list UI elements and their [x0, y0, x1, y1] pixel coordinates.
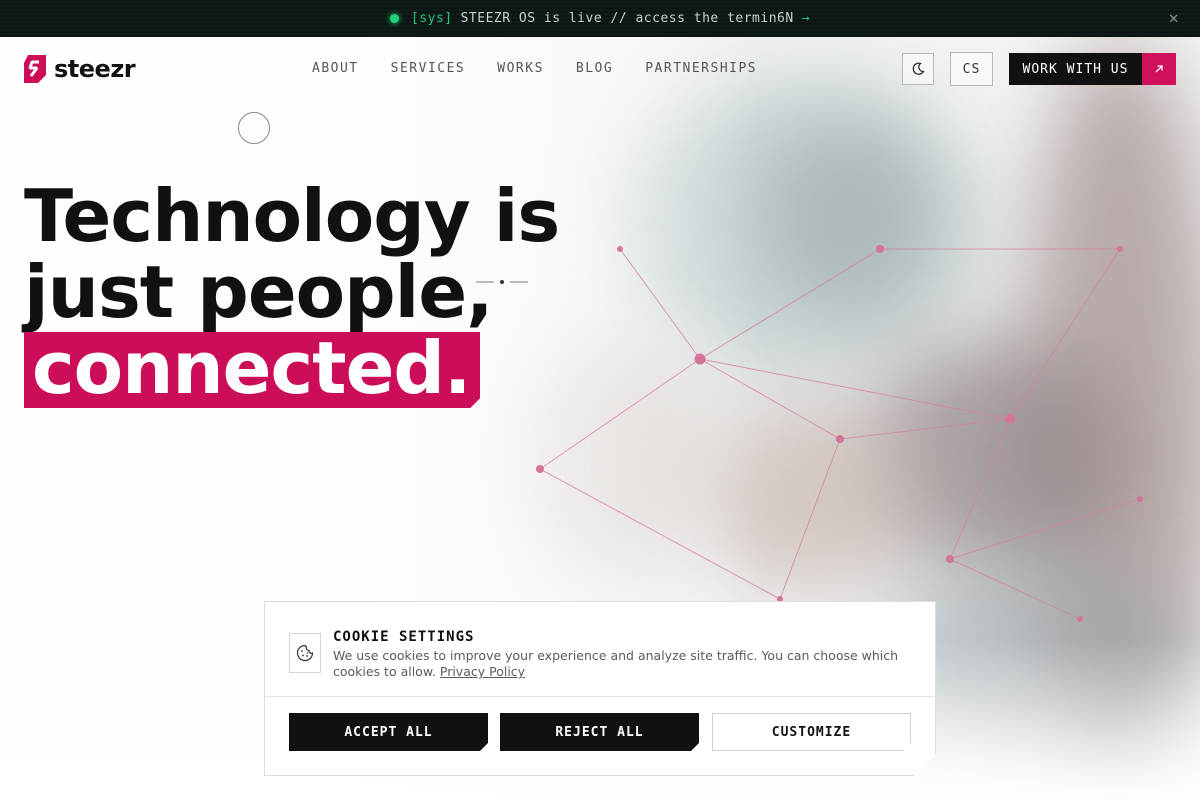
headline-highlight: connected.: [24, 332, 480, 408]
cursor-ring: [238, 112, 270, 144]
logo[interactable]: steezr: [24, 55, 136, 83]
cookie-icon: [289, 633, 321, 673]
announcement-message[interactable]: STEEZR OS is live // access the termin6N: [461, 11, 794, 26]
nav-partnerships[interactable]: PARTNERSHIPS: [645, 61, 757, 76]
close-icon[interactable]: ✕: [1164, 8, 1184, 28]
headline-line-2: just people,: [24, 250, 494, 334]
slide-indicator[interactable]: [476, 280, 528, 284]
status-dot: [389, 14, 399, 23]
cta-label: WORK WITH US: [1009, 53, 1142, 85]
nav-services[interactable]: SERVICES: [391, 61, 466, 76]
cookie-description: We use cookies to improve your experienc…: [333, 648, 899, 679]
nav-works[interactable]: WORKS: [497, 61, 544, 76]
privacy-policy-link[interactable]: Privacy Policy: [440, 664, 525, 679]
cookie-banner: COOKIE SETTINGS We use cookies to improv…: [264, 601, 936, 776]
reject-all-button[interactable]: REJECT ALL: [500, 713, 699, 751]
announcement-arrow[interactable]: →: [802, 11, 810, 26]
brand-name: steezr: [54, 55, 136, 83]
cookie-title: COOKIE SETTINGS: [333, 629, 475, 645]
main-nav: ABOUT SERVICES WORKS BLOG PARTNERSHIPS: [312, 61, 757, 76]
nav-about[interactable]: ABOUT: [312, 61, 359, 76]
nav-blog[interactable]: BLOG: [576, 61, 613, 76]
logo-icon: [24, 55, 46, 83]
moon-icon: [912, 62, 925, 75]
announcement-tag: [sys]: [410, 11, 453, 26]
theme-toggle-button[interactable]: [902, 53, 934, 85]
accept-all-button[interactable]: ACCEPT ALL: [289, 713, 488, 751]
headline-line-1: Technology is: [24, 174, 560, 258]
customize-button[interactable]: CUSTOMIZE: [712, 713, 911, 751]
hero-headline: Technology is just people, connected.: [24, 174, 560, 408]
work-with-us-button[interactable]: WORK WITH US: [1009, 53, 1176, 85]
language-button[interactable]: CS: [950, 52, 993, 86]
arrow-up-right-icon: [1142, 53, 1176, 85]
site-header: steezr ABOUT SERVICES WORKS BLOG PARTNER…: [0, 37, 1200, 101]
announcement-bar[interactable]: [sys] STEEZR OS is live // access the te…: [0, 0, 1200, 37]
